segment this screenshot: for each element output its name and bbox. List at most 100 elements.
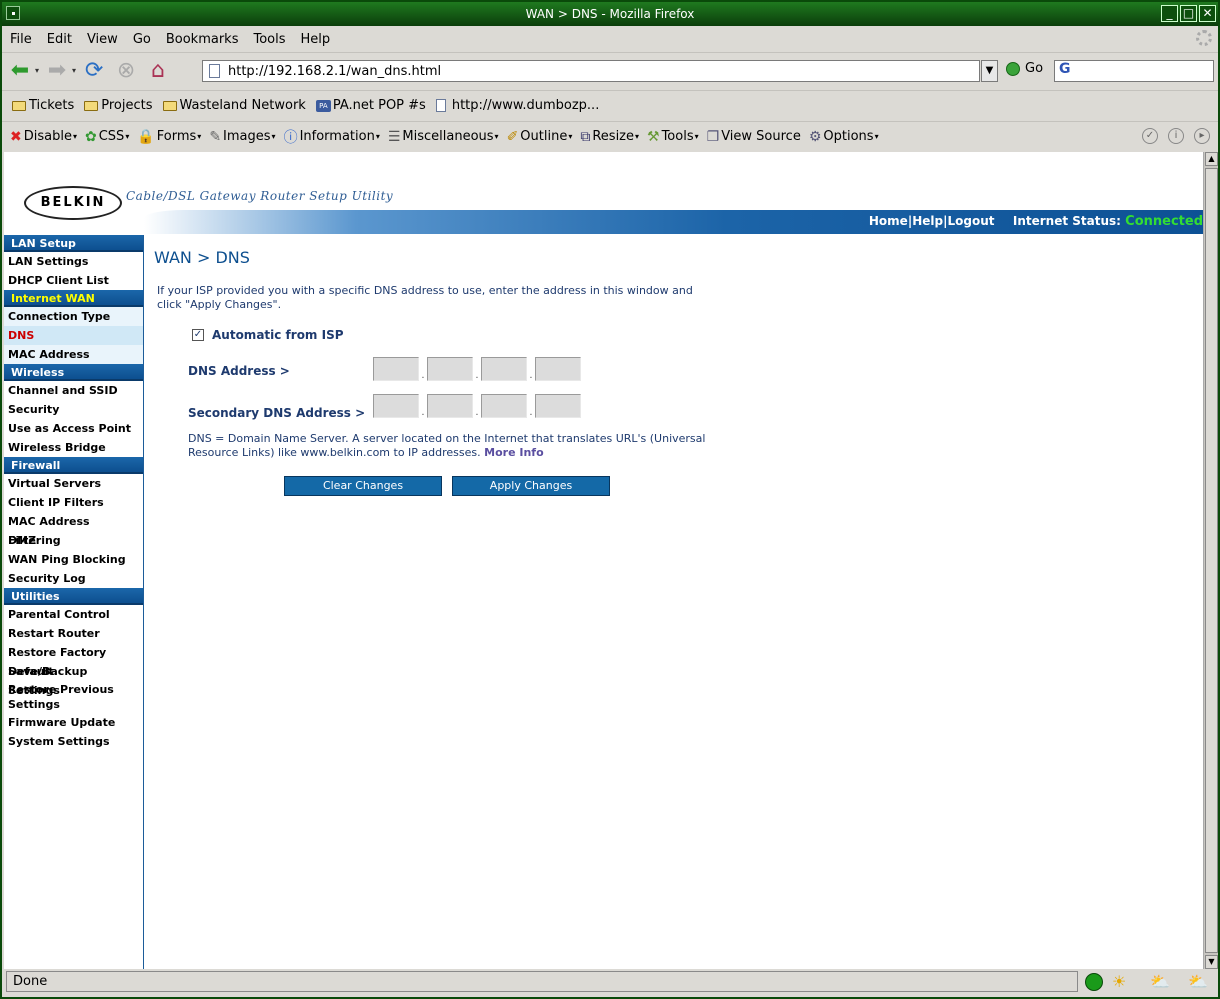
dns-octet-3[interactable]: [481, 357, 527, 381]
bookmark-dumbozp[interactable]: http://www.dumbozp...: [435, 98, 599, 113]
menu-file[interactable]: File: [10, 32, 32, 47]
sidebar-item-lan-settings[interactable]: LAN Settings: [4, 252, 143, 271]
dev-css[interactable]: ✿ CSS ▾: [85, 129, 129, 145]
scroll-down-icon[interactable]: ▼: [1205, 955, 1218, 969]
automatic-from-isp-checkbox[interactable]: ✓ Automatic from ISP: [192, 328, 344, 342]
resize-icon: ⧉: [580, 128, 591, 145]
sidebar-item-wireless-bridge[interactable]: Wireless Bridge: [4, 438, 143, 457]
sidebar-item-parental-control[interactable]: Parental Control: [4, 605, 143, 624]
sidebar-item-connection-type[interactable]: Connection Type: [4, 307, 143, 326]
sidebar-item-firmware-update[interactable]: Firmware Update: [4, 713, 143, 732]
forward-icon[interactable]: ➡: [43, 57, 71, 85]
window-menu-icon[interactable]: [6, 6, 20, 20]
dev-images[interactable]: ✎ Images ▾: [209, 129, 275, 145]
sidebar-item-security[interactable]: Security: [4, 400, 143, 419]
dev-disable[interactable]: ✖ Disable ▾: [10, 129, 77, 145]
dns-octet-4[interactable]: [535, 357, 581, 381]
menu-bar: File Edit View Go Bookmarks Tools Help: [2, 28, 1218, 50]
dev-tools[interactable]: ⚒ Tools ▾: [647, 129, 699, 145]
menu-tools[interactable]: Tools: [253, 32, 285, 47]
sidebar-item-access-point[interactable]: Use as Access Point: [4, 419, 143, 438]
help-link[interactable]: Help: [912, 214, 943, 228]
menu-go[interactable]: Go: [133, 32, 151, 47]
menu-view[interactable]: View: [87, 32, 118, 47]
sidebar-item-save-backup[interactable]: Save/Backup Settings: [4, 662, 143, 697]
logout-link[interactable]: Logout: [947, 214, 994, 228]
scroll-thumb[interactable]: [1205, 168, 1218, 953]
secondary-dns-label: Secondary DNS Address >: [188, 406, 366, 420]
title-bar: WAN > DNS - Mozilla Firefox _ □ ✕: [2, 2, 1218, 26]
sidebar-item-wan-ping-blocking[interactable]: WAN Ping Blocking: [4, 550, 143, 569]
validate-icon[interactable]: ✓: [1142, 128, 1158, 144]
sidebar-item-restore-factory[interactable]: Restore Factory Default: [4, 643, 143, 678]
sidebar-section-firewall[interactable]: Firewall: [4, 457, 143, 474]
menu-help[interactable]: Help: [301, 32, 331, 47]
sidebar-item-virtual-servers[interactable]: Virtual Servers: [4, 474, 143, 493]
sidebar-item-channel-ssid[interactable]: Channel and SSID: [4, 381, 143, 400]
dns2-octet-2[interactable]: [427, 394, 473, 418]
bookmark-wasteland[interactable]: Wasteland Network: [162, 98, 306, 113]
sidebar-item-dhcp-client-list[interactable]: DHCP Client List: [4, 271, 143, 290]
dev-view-source[interactable]: ❐ View Source: [707, 129, 801, 145]
menu-edit[interactable]: Edit: [47, 32, 72, 47]
dns-note-text: DNS = Domain Name Server. A server locat…: [188, 432, 706, 459]
dev-resize[interactable]: ⧉ Resize ▾: [580, 129, 639, 145]
dns2-octet-4[interactable]: [535, 394, 581, 418]
info-status-icon[interactable]: i: [1168, 128, 1184, 144]
sidebar-item-restore-previous[interactable]: Restore Previous Settings: [4, 681, 143, 713]
throbber-icon: [1196, 30, 1212, 46]
sidebar-item-dns[interactable]: DNS: [4, 326, 143, 345]
menu-bookmarks[interactable]: Bookmarks: [166, 32, 239, 47]
go-label: Go: [1025, 61, 1044, 76]
dns-octet-2[interactable]: [427, 357, 473, 381]
options-icon: ⚙: [808, 128, 822, 145]
partly-cloudy-icon: ⛅: [1150, 972, 1170, 991]
dev-options[interactable]: ⚙ Options ▾: [809, 129, 879, 145]
close-icon[interactable]: ✕: [1199, 5, 1216, 22]
dev-forms[interactable]: 🔒 Forms ▾: [137, 129, 201, 145]
belkin-logo: BELKIN: [24, 186, 122, 220]
stop-icon[interactable]: ⊗: [112, 57, 140, 85]
url-dropdown-icon[interactable]: ▼: [981, 60, 998, 82]
sidebar-item-system-settings[interactable]: System Settings: [4, 732, 143, 751]
dns-octet-1[interactable]: [373, 357, 419, 381]
forward-circle-icon[interactable]: ▸: [1194, 128, 1210, 144]
home-link[interactable]: Home: [869, 214, 908, 228]
sidebar-section-utilities[interactable]: Utilities: [4, 588, 143, 605]
info-icon: ⓘ: [283, 129, 298, 146]
dev-outline[interactable]: ✐ Outline ▾: [507, 129, 573, 145]
bookmark-tickets[interactable]: Tickets: [12, 98, 74, 113]
back-icon[interactable]: ⬅: [6, 57, 34, 85]
sidebar-item-mac-filtering[interactable]: MAC Address Filtering: [4, 512, 143, 547]
dns2-octet-3[interactable]: [481, 394, 527, 418]
sidebar-item-dmz[interactable]: DMZ: [4, 531, 143, 550]
sidebar-section-wan[interactable]: Internet WAN: [4, 290, 143, 307]
scroll-up-icon[interactable]: ▲: [1205, 152, 1218, 166]
apply-changes-button[interactable]: Apply Changes: [452, 476, 610, 496]
sidebar-item-client-ip-filters[interactable]: Client IP Filters: [4, 493, 143, 512]
url-bar[interactable]: http://192.168.2.1/wan_dns.html: [202, 60, 980, 82]
vertical-scrollbar[interactable]: ▲ ▼: [1203, 152, 1218, 969]
bookmark-projects[interactable]: Projects: [84, 98, 153, 113]
sidebar-item-mac-address[interactable]: MAC Address: [4, 345, 143, 364]
dns2-octet-1[interactable]: [373, 394, 419, 418]
bookmarks-toolbar: Tickets Projects Wasteland Network PA PA.…: [2, 90, 1218, 120]
maximize-icon[interactable]: □: [1180, 5, 1197, 22]
home-icon[interactable]: ⌂: [144, 57, 172, 85]
forward-dropdown-icon[interactable]: ▾: [72, 66, 76, 75]
reload-icon[interactable]: ⟳: [80, 57, 108, 85]
search-input[interactable]: G: [1054, 60, 1214, 82]
clear-changes-button[interactable]: Clear Changes: [284, 476, 442, 496]
dev-miscellaneous[interactable]: ☰ Miscellaneous ▾: [388, 129, 499, 145]
sidebar-section-lan[interactable]: LAN Setup: [4, 235, 143, 252]
checkbox-check-icon[interactable]: ✓: [192, 329, 204, 341]
minimize-icon[interactable]: _: [1161, 5, 1178, 22]
sidebar-item-security-log[interactable]: Security Log: [4, 569, 143, 588]
dev-information[interactable]: ⓘ Information ▾: [284, 127, 380, 147]
bookmark-panet[interactable]: PA PA.net POP #s: [315, 98, 426, 113]
more-info-link[interactable]: More Info: [484, 446, 544, 459]
back-dropdown-icon[interactable]: ▾: [35, 66, 39, 75]
go-button[interactable]: Go: [1006, 61, 1043, 76]
sidebar-section-wireless[interactable]: Wireless: [4, 364, 143, 381]
sidebar-item-restart-router[interactable]: Restart Router: [4, 624, 143, 643]
